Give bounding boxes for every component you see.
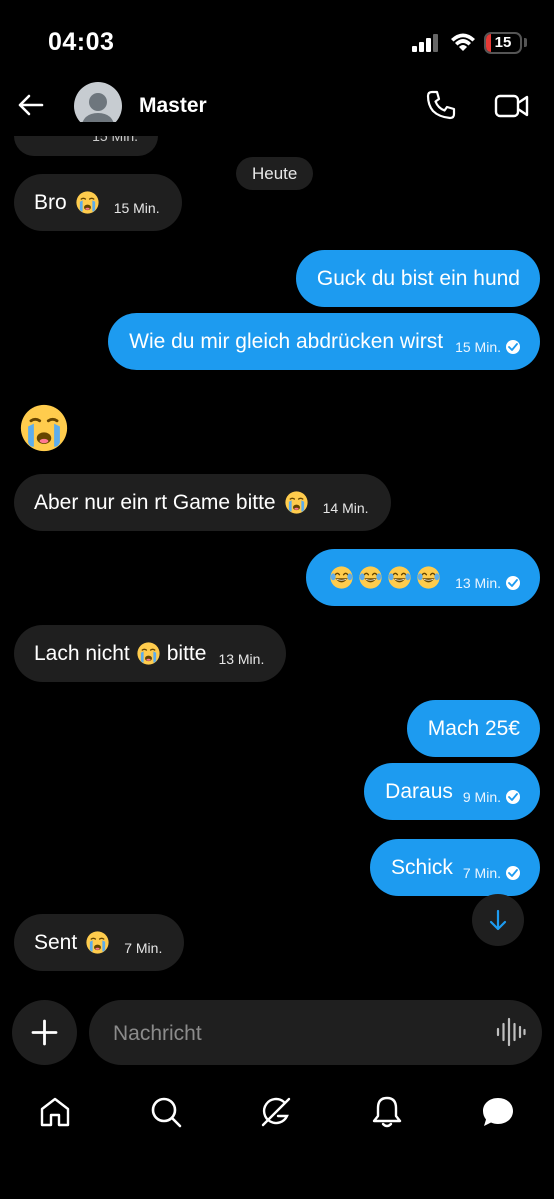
outgoing-message-bubble[interactable]: Guck du bist ein hund [295, 250, 540, 307]
message-text: Lach nicht [34, 641, 130, 665]
face-with-tears-of-joy-emoji-icon [387, 565, 412, 590]
scroll-to-bottom-button[interactable] [472, 894, 524, 946]
message-time: 7 Min. [462, 864, 501, 881]
message-time: 15 Min. [455, 338, 501, 355]
read-receipt-icon [506, 789, 520, 804]
message-text: Aber nur ein rt Game bitte [34, 490, 276, 514]
loudly-crying-face-emoji-icon [136, 641, 161, 666]
face-with-tears-of-joy-emoji-icon [416, 565, 441, 590]
incoming-message-bubble[interactable]: Sent 7 Min. [14, 914, 185, 971]
face-with-tears-of-joy-emoji-icon [358, 565, 383, 590]
read-receipt-icon [506, 865, 520, 880]
message-text: Wie du mir gleich abdrücken wirst [129, 329, 444, 353]
cellular-signal-icon [412, 34, 438, 52]
outgoing-message-bubble[interactable]: Wie du mir gleich abdrücken wirst 15 Min… [108, 313, 540, 370]
battery-level: 15 [494, 34, 512, 51]
message-text: Sent [34, 930, 78, 954]
status-time: 04:03 [48, 28, 115, 56]
contact-name[interactable]: Master [139, 94, 207, 118]
messages-icon[interactable] [480, 1094, 516, 1130]
header-edge [0, 122, 554, 136]
voice-message-icon[interactable] [496, 1017, 526, 1047]
phone-icon[interactable] [424, 88, 458, 122]
battery-cap [524, 38, 527, 47]
outgoing-message-bubble[interactable]: Mach 25€ [406, 700, 540, 757]
notifications-bell-icon[interactable] [369, 1094, 405, 1130]
add-attachment-button[interactable] [12, 1000, 77, 1065]
message-time: 7 Min. [124, 939, 163, 956]
read-receipt-icon [506, 575, 520, 590]
incoming-message-bubble[interactable]: Lach nicht bitte 13 Min. [14, 625, 287, 682]
message-time: 14 Min. [322, 499, 369, 516]
message-text: Guck du bist ein hund [316, 266, 520, 290]
message-input[interactable] [111, 1000, 485, 1067]
face-with-tears-of-joy-emoji-icon [329, 565, 354, 590]
message-time: 9 Min. [462, 788, 501, 805]
loudly-crying-face-emoji-icon[interactable] [18, 402, 70, 454]
back-arrow-icon[interactable] [14, 88, 48, 122]
incoming-message-bubble[interactable]: Aber nur ein rt Game bitte 14 Min. [14, 474, 391, 531]
search-icon[interactable] [148, 1094, 184, 1130]
message-text: Bro [34, 190, 67, 214]
loudly-crying-face-emoji-icon [85, 930, 110, 955]
battery-icon: 15 [484, 32, 522, 54]
date-divider: Heute [236, 157, 314, 190]
home-icon[interactable] [37, 1094, 73, 1130]
outgoing-message-bubble[interactable]: 13 Min. [306, 549, 540, 606]
read-receipt-icon [506, 339, 520, 354]
message-text: bitte [166, 641, 207, 665]
message-time: 13 Min. [455, 574, 501, 591]
outgoing-message-bubble[interactable]: Schick 7 Min. [370, 839, 540, 896]
plus-icon [31, 1019, 58, 1046]
loudly-crying-face-emoji-icon [75, 190, 99, 215]
message-time: 13 Min. [218, 650, 265, 667]
outgoing-message-bubble[interactable]: Daraus 9 Min. [364, 763, 540, 820]
message-text: Schick [391, 855, 453, 879]
message-text: Mach 25€ [427, 716, 520, 740]
loudly-crying-face-emoji-icon [284, 490, 308, 515]
arrow-down-icon [489, 909, 507, 931]
incoming-message-bubble[interactable]: Bro 15 Min. [14, 174, 182, 231]
video-camera-icon[interactable] [494, 90, 530, 122]
grok-icon[interactable] [258, 1094, 294, 1130]
message-time: 15 Min. [113, 199, 160, 216]
wifi-icon [451, 33, 475, 51]
message-text: Daraus [385, 779, 453, 803]
message-composer[interactable] [89, 1000, 542, 1067]
